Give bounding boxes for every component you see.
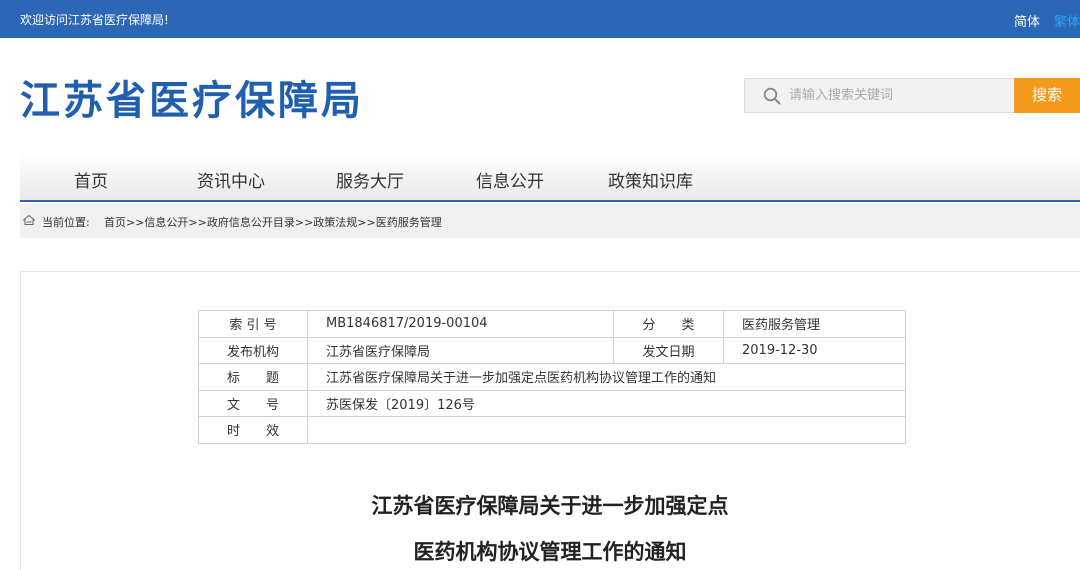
document-number-value: 苏医保发〔2019〕126号 (307, 389, 906, 417)
issuer-label: 发布机构 (198, 336, 308, 364)
nav-item-service-hall[interactable]: 服务大厅 (336, 167, 404, 192)
validity-value (307, 416, 906, 444)
nav-item-home[interactable]: 首页 (74, 167, 108, 192)
document-title-line-1: 江苏省医疗保障局关于进一步加强定点 (371, 494, 729, 518)
issue-date-value: 2019-12-30 (723, 336, 906, 364)
document-number-label: 文 号 (198, 389, 308, 417)
nav-item-info-disclosure[interactable]: 信息公开 (476, 167, 544, 192)
main-nav: 首页 资讯中心 服务大厅 信息公开 政策知识库 (20, 153, 1080, 202)
breadcrumb-label: 当前位置: (42, 216, 90, 229)
category-label: 分 类 (613, 310, 724, 338)
table-row: 索 引 号 MB1846817/2019-00104 分 类 医药服务管理 (198, 310, 906, 338)
table-row: 时 效 (198, 416, 906, 444)
search-input[interactable] (789, 79, 1009, 112)
traditional-chinese-link[interactable]: 繁体 (1054, 11, 1080, 30)
search-icon (763, 87, 781, 105)
home-icon (23, 215, 35, 225)
index-number-label: 索 引 号 (198, 310, 308, 338)
search-box (744, 78, 1014, 113)
search-button[interactable]: 搜索 (1014, 78, 1080, 113)
title-value: 江苏省医疗保障局关于进一步加强定点医药机构协议管理工作的通知 (307, 363, 906, 391)
search-bar: 搜索 (744, 78, 1080, 113)
document-title-line-2: 医药机构协议管理工作的通知 (413, 540, 687, 564)
nav-item-policy-library[interactable]: 政策知识库 (608, 167, 693, 192)
breadcrumb-path[interactable]: 首页>>信息公开>>政府信息公开目录>>政策法规>>医药服务管理 (104, 214, 442, 230)
welcome-text: 欢迎访问江苏省医疗保障局! (20, 13, 169, 27)
language-switch: 简体 繁体 (1000, 11, 1080, 30)
validity-label: 时 效 (198, 416, 308, 444)
table-row: 发布机构 江苏省医疗保障局 发文日期 2019-12-30 (198, 336, 906, 364)
simplified-chinese-link[interactable]: 简体 (1014, 11, 1040, 30)
table-row: 文 号 苏医保发〔2019〕126号 (198, 389, 906, 417)
nav-item-news-center[interactable]: 资讯中心 (197, 167, 265, 192)
issuer-value: 江苏省医疗保障局 (307, 336, 614, 364)
site-title[interactable]: 江苏省医疗保障局 (20, 68, 364, 126)
title-label: 标 题 (198, 363, 308, 391)
document-meta-table: 索 引 号 MB1846817/2019-00104 分 类 医药服务管理 发布… (198, 310, 906, 444)
table-row: 标 题 江苏省医疗保障局关于进一步加强定点医药机构协议管理工作的通知 (198, 363, 906, 391)
top-bar: 欢迎访问江苏省医疗保障局! 简体 繁体 (0, 0, 1080, 38)
category-value: 医药服务管理 (723, 310, 906, 338)
index-number-value: MB1846817/2019-00104 (307, 310, 614, 338)
issue-date-label: 发文日期 (613, 336, 724, 364)
breadcrumb: 当前位置: 首页>>信息公开>>政府信息公开目录>>政策法规>>医药服务管理 (20, 204, 1080, 238)
